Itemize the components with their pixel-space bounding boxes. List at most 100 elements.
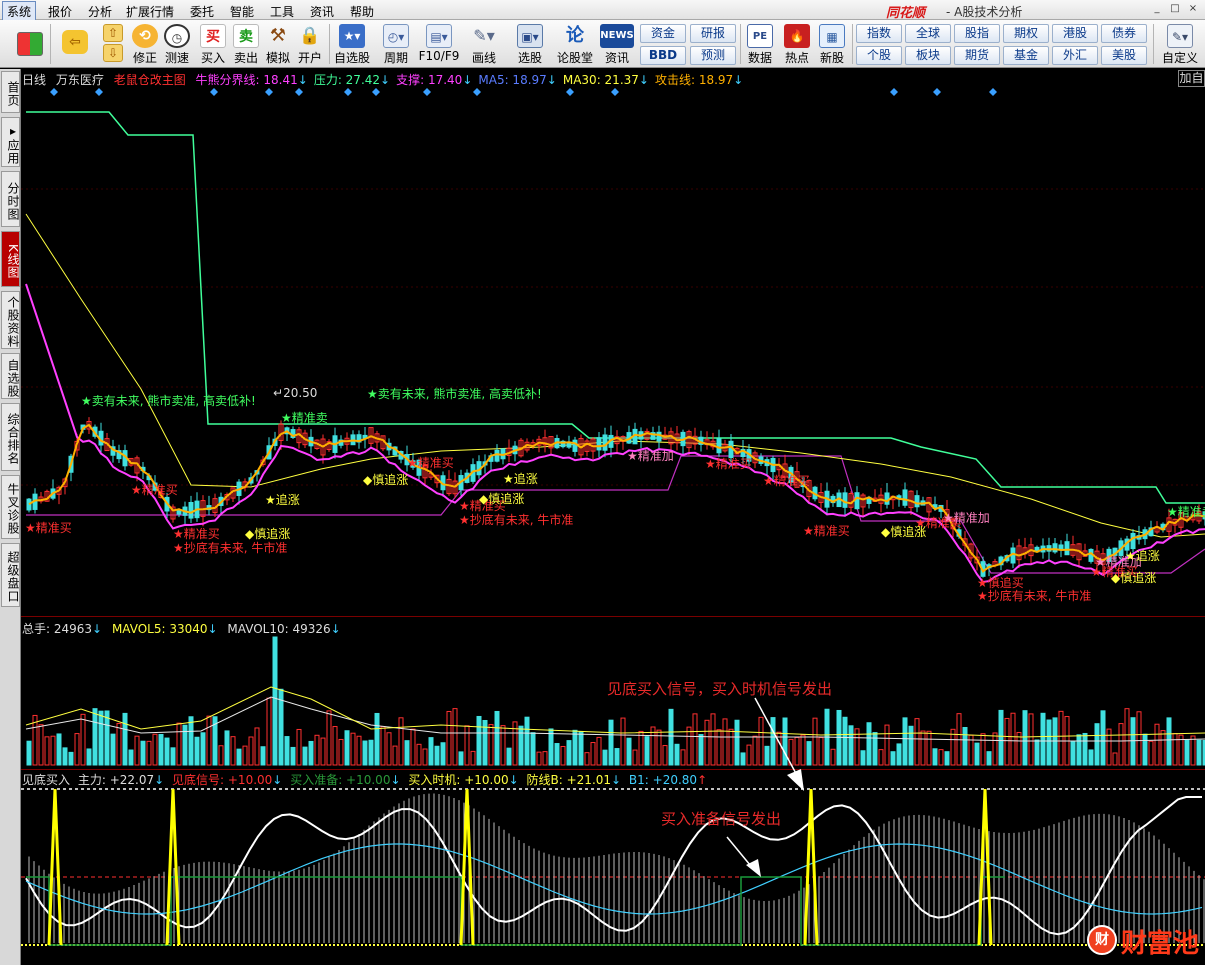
volume-bar: [260, 746, 266, 766]
kline-chart-area[interactable]: 日线 万东医疗 老鼠仓改主图 牛熊分界线: 18.41↓ 压力: 27.42↓ 支撑…: [21, 69, 1205, 965]
tab-home[interactable]: 首页: [1, 71, 20, 113]
bbd-button[interactable]: BBD: [640, 46, 686, 65]
signal-diamond: [265, 88, 273, 96]
news-icon: NEWS: [600, 24, 634, 48]
market-futures-button[interactable]: 期货: [954, 46, 1000, 65]
careful-chase-text: 慎追涨: [890, 525, 927, 539]
careful-chase-text: 慎追涨: [254, 527, 291, 541]
careful-chase-text: 慎追涨: [488, 492, 525, 506]
volume-bar: [428, 737, 434, 766]
volume-bar: [860, 750, 866, 766]
volume-bar: [770, 717, 776, 766]
market-stocks-button[interactable]: 个股: [856, 46, 902, 65]
volume-bar: [398, 717, 404, 766]
menu-tools[interactable]: 工具: [266, 2, 298, 21]
market-global-button[interactable]: 全球: [905, 24, 951, 43]
menu-news[interactable]: 资讯: [306, 2, 338, 21]
market-hk-button[interactable]: 港股: [1052, 24, 1098, 43]
market-options-button[interactable]: 期权: [1003, 24, 1049, 43]
screen-picker-icon: ▣▾: [517, 24, 543, 48]
minimize-icon[interactable]: _: [1150, 3, 1164, 16]
volume-bar: [1010, 712, 1016, 766]
volume-bar: [1184, 739, 1190, 766]
market-index-button[interactable]: 指数: [856, 24, 902, 43]
back-button[interactable]: ⇦: [58, 22, 92, 66]
close-icon[interactable]: ×: [1186, 3, 1200, 16]
draw-line-button[interactable]: ✎▾ 画线: [466, 22, 502, 66]
f10-button[interactable]: ▤▾ F10/F9: [418, 22, 460, 66]
open-account-button[interactable]: 🔒 开户: [295, 22, 325, 66]
market-stock-index-button[interactable]: 股指: [954, 24, 1000, 43]
period-button[interactable]: ◴▾ 周期: [376, 22, 416, 66]
data-button[interactable]: PE 数据: [744, 22, 776, 66]
layout-button[interactable]: [14, 22, 46, 66]
tab-apps[interactable]: ▸应用: [1, 117, 20, 167]
tab-stock-profile[interactable]: 个股资料: [1, 291, 20, 349]
menu-system[interactable]: 系统: [2, 1, 37, 22]
hotspot-button[interactable]: 🔥 热点: [780, 22, 814, 66]
signal-diamond: [611, 88, 619, 96]
forum-button[interactable]: 论 论股堂: [556, 22, 594, 66]
volume-bar: [1112, 752, 1118, 766]
clock-icon: ◷: [164, 24, 190, 48]
sell-button[interactable]: 卖 卖出: [231, 22, 261, 66]
menu-quote[interactable]: 报价: [44, 2, 76, 21]
new-stock-button[interactable]: ▦ 新股: [816, 22, 848, 66]
fund-flow-button[interactable]: 资金: [640, 24, 686, 43]
volume-bar: [1046, 719, 1052, 766]
volume-bar: [764, 745, 770, 766]
menu-analysis[interactable]: 分析: [84, 2, 116, 21]
tab-watchlist[interactable]: 自选股: [1, 353, 20, 399]
menu-order[interactable]: 委托: [186, 2, 218, 21]
menu-smart[interactable]: 智能: [226, 2, 258, 21]
buy-button[interactable]: 买 买入: [198, 22, 228, 66]
tab-diagnosis[interactable]: 牛叉诊股: [1, 475, 20, 539]
customize-button[interactable]: ✎▾ 自定义: [1158, 22, 1202, 66]
up-arrow-icon[interactable]: ⇧: [103, 24, 123, 42]
tab-ranking[interactable]: 综合排名: [1, 403, 20, 471]
market-us-button[interactable]: 美股: [1101, 46, 1147, 65]
precise-buy-text: 精准买: [773, 474, 810, 488]
signal-diamond: [423, 88, 431, 96]
market-sector-button[interactable]: 板块: [905, 46, 951, 65]
scroll-arrows[interactable]: ⇧ ⇩: [100, 22, 126, 66]
forecast-button[interactable]: 预测: [690, 46, 736, 65]
volume-bar: [476, 715, 482, 766]
precise-buy-label: ★精准买: [407, 456, 454, 470]
simulate-button[interactable]: ⚒ 模拟: [263, 22, 293, 66]
tab-kline[interactable]: K线图: [1, 231, 20, 287]
volume-bar: [548, 728, 554, 766]
watchlist-button[interactable]: ★▾ 自选股: [332, 22, 372, 66]
volume-bar: [1070, 740, 1076, 766]
volume-bar: [458, 751, 464, 766]
market-bonds-button[interactable]: 债券: [1101, 24, 1147, 43]
menu-extended-quote[interactable]: 扩展行情: [122, 2, 178, 21]
candle-body: [854, 492, 860, 510]
document-icon: ▤▾: [426, 24, 452, 48]
price-marker: ↵20.50: [273, 386, 318, 400]
research-report-button[interactable]: 研报: [690, 24, 736, 43]
market-funds-button[interactable]: 基金: [1003, 46, 1049, 65]
candle-body: [1064, 541, 1070, 556]
tab-order-book[interactable]: 超级盘口: [1, 543, 20, 607]
down-arrow-icon[interactable]: ⇩: [103, 44, 123, 62]
news-button[interactable]: NEWS 资讯: [598, 22, 636, 66]
volume-bar: [446, 710, 452, 766]
precise-add-label: ★精准加: [627, 449, 674, 463]
volume-bar: [524, 716, 530, 766]
volume-bar: [572, 729, 578, 766]
volume-bar: [314, 734, 320, 766]
volume-bar: [716, 729, 722, 766]
volume-bar: [110, 733, 116, 766]
bottom-buy-text: 抄底有未来, 牛市准: [469, 513, 574, 527]
speed-test-button[interactable]: ◷ 测速: [162, 22, 192, 66]
tab-intraday[interactable]: 分时图: [1, 171, 20, 227]
volume-bar: [140, 740, 146, 766]
stock-picker-button[interactable]: ▣▾ 选股: [510, 22, 550, 66]
correct-button[interactable]: ⟲ 修正: [130, 22, 160, 66]
precise-sell-label: ★精准卖: [1167, 503, 1205, 520]
maximize-icon[interactable]: □: [1168, 3, 1182, 16]
menu-help[interactable]: 帮助: [346, 2, 378, 21]
market-forex-button[interactable]: 外汇: [1052, 46, 1098, 65]
watermark-text: 财富池: [1121, 929, 1200, 959]
